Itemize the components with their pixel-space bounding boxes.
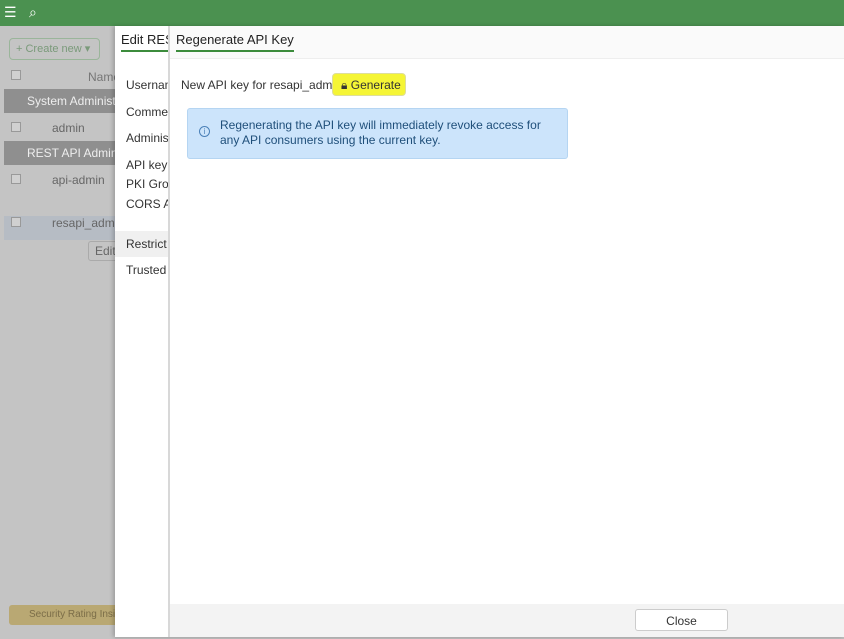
top-bar: ☰ ⌕ — [0, 0, 844, 26]
panel-title: Regenerate API Key — [176, 32, 294, 52]
info-icon: i — [199, 126, 210, 137]
generate-button[interactable]: 🔒︎ Generate — [332, 73, 406, 96]
panel-title: Edit REST API Admin — [121, 32, 169, 52]
select-all-checkbox[interactable] — [11, 70, 21, 80]
group-row[interactable]: System Administrator — [4, 89, 115, 113]
panel-footer: Close — [170, 604, 844, 637]
field-label: API key — [126, 158, 168, 172]
close-button[interactable]: Close — [635, 609, 728, 631]
new-key-label: New API key for resapi_admin — [181, 78, 342, 92]
table-row[interactable]: admin — [4, 121, 115, 135]
table-row-selected[interactable]: resapi_admin — [4, 216, 115, 240]
menu-icon[interactable]: ☰ — [4, 4, 17, 21]
group-row[interactable]: REST API Administrator — [4, 141, 115, 165]
create-new-button[interactable]: + Create new ▾ — [9, 38, 100, 60]
user-name: resapi_admin — [52, 216, 115, 230]
lock-icon: 🔒︎ — [341, 78, 348, 92]
security-rating-button[interactable]: Security Rating Insights — [9, 605, 119, 625]
regenerate-api-key-panel: Regenerate API Key New API key for resap… — [168, 26, 844, 637]
search-icon[interactable]: ⌕ — [29, 4, 37, 21]
admin-list-background: + Create new ▾ Name System Administrator… — [0, 26, 123, 639]
info-text: Regenerating the API key will immediatel… — [220, 118, 541, 147]
table-row[interactable]: api-admin — [4, 173, 115, 187]
user-name: api-admin — [52, 173, 105, 187]
info-message: i Regenerating the API key will immediate… — [187, 108, 568, 159]
user-name: admin — [52, 121, 85, 135]
generate-label: Generate — [350, 78, 401, 92]
